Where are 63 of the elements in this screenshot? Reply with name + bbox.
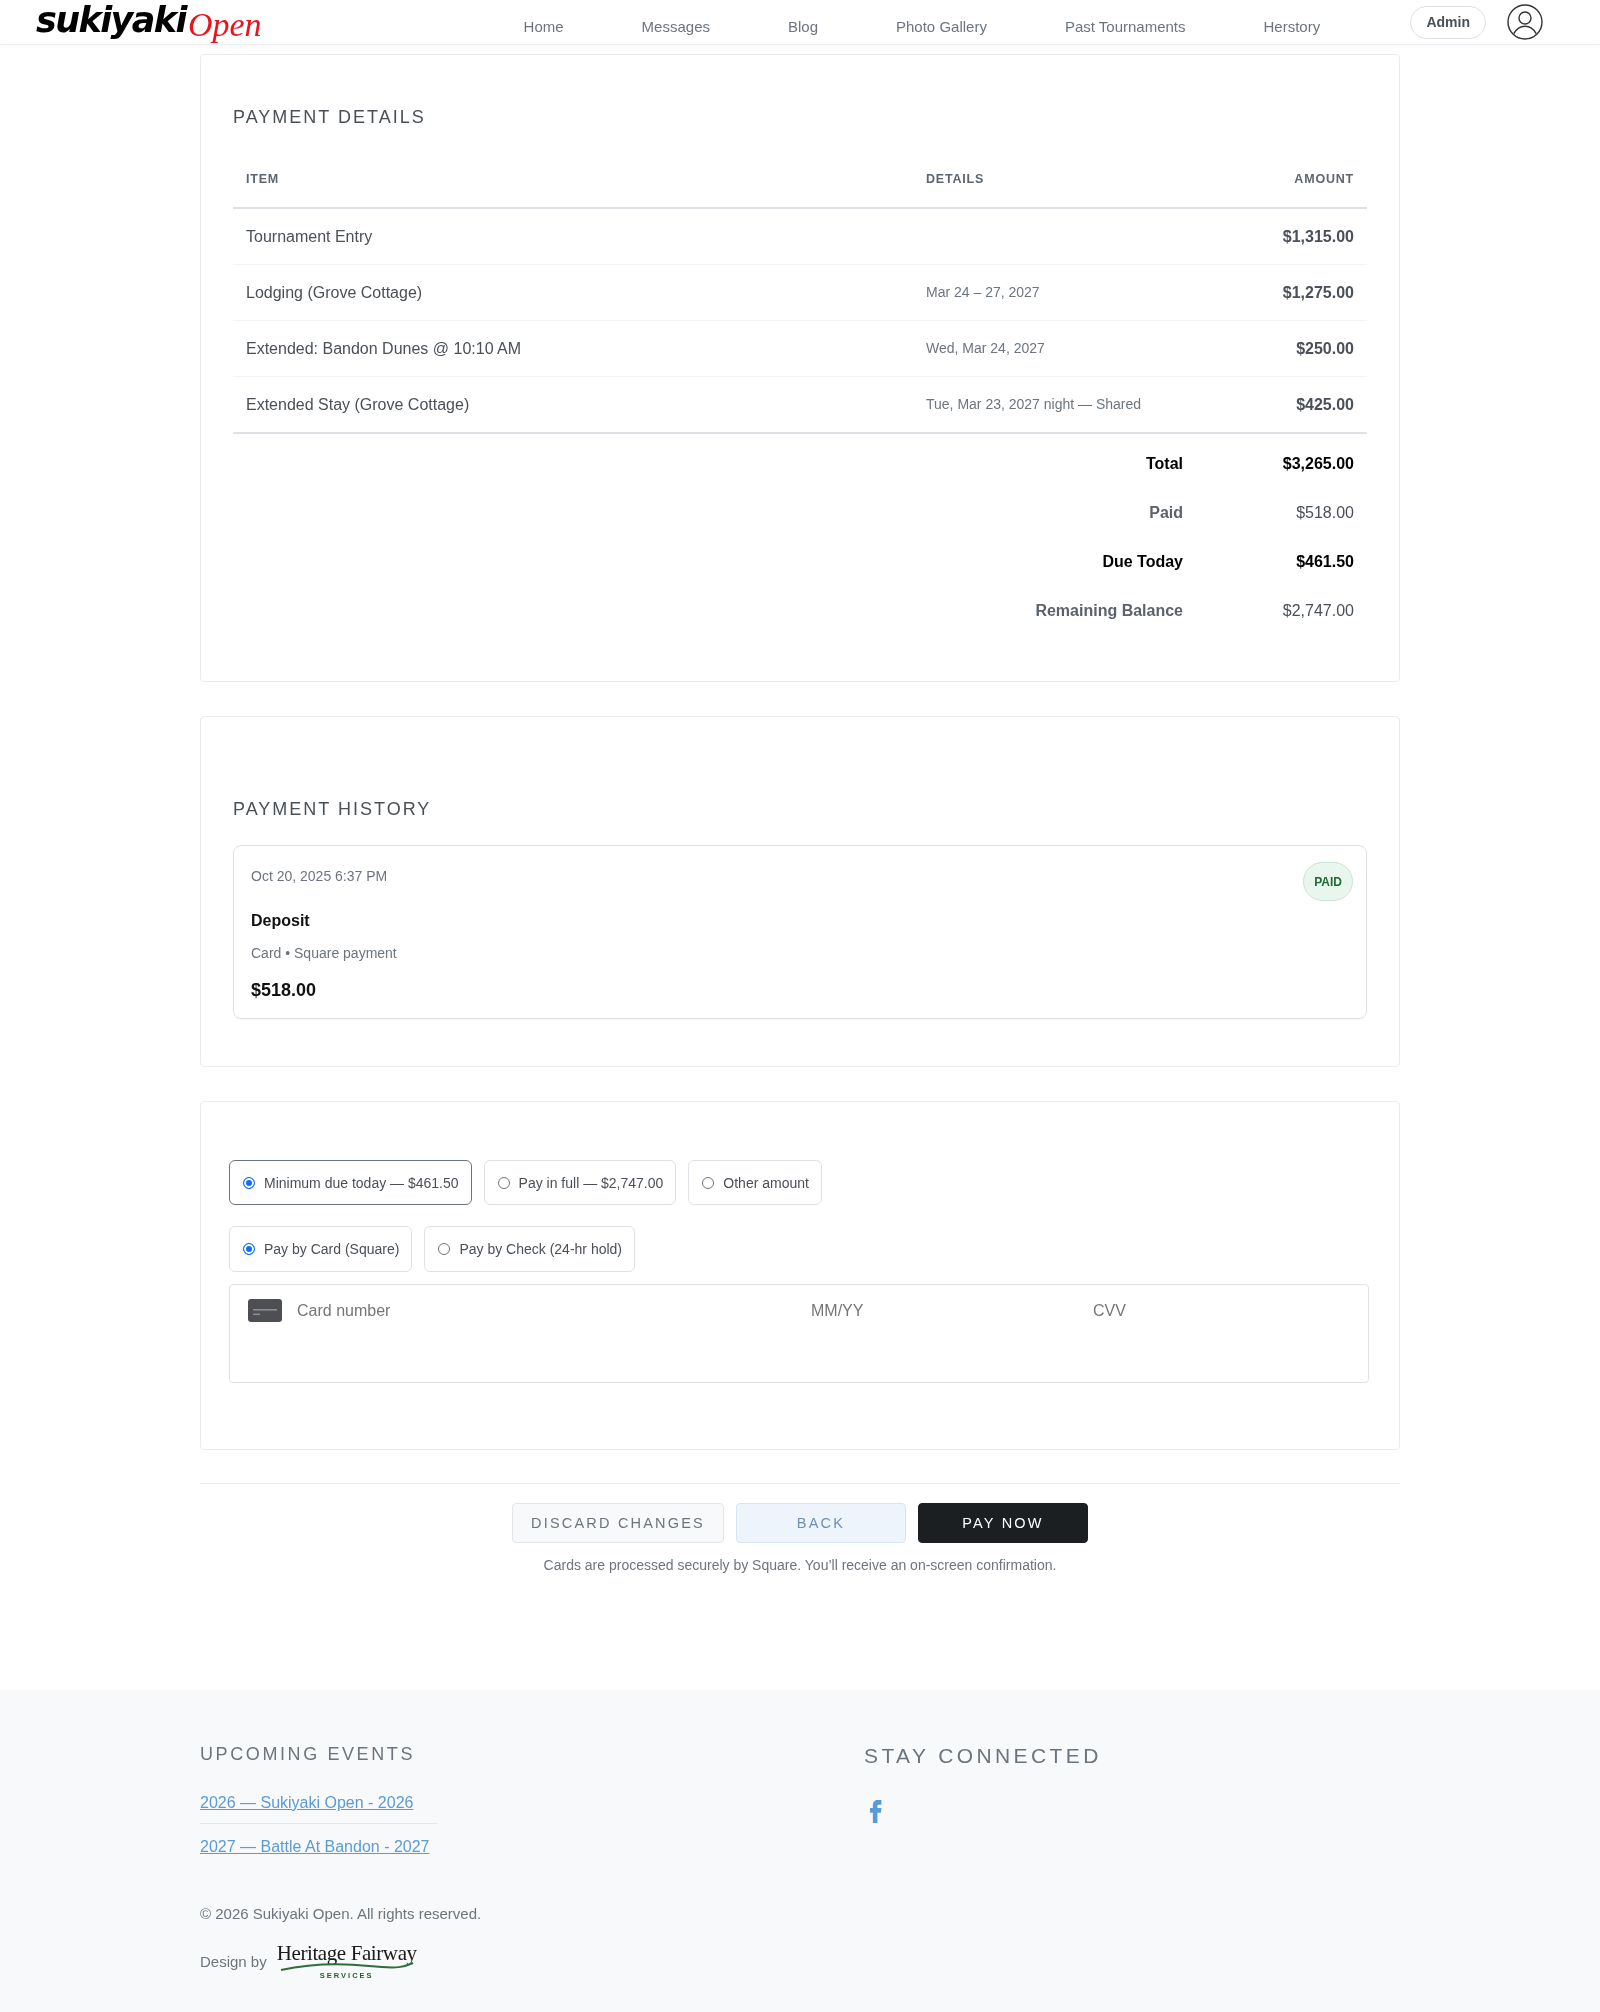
column-header: AMOUNT [1231,161,1367,208]
nav-link[interactable]: Past Tournaments [1064,18,1186,35]
table-cell: Extended Stay (Grove Cottage) [233,376,913,433]
total-label: Total [1145,453,1183,474]
amount-option[interactable]: Minimum due today — $461.50 [229,1160,472,1205]
card-number-field[interactable]: Card number [297,1300,797,1322]
event-link[interactable]: 2026 — Sukiyaki Open - 2026 [200,1794,414,1811]
cvv-field[interactable]: CVV [1093,1300,1343,1322]
nav-link[interactable]: Photo Gallery [896,18,987,35]
site-logo[interactable]: sukiyakiOpen [36,1,262,43]
table-cell: $250.00 [1231,320,1367,377]
expiry-field[interactable]: MM/YY [811,1300,1079,1322]
total-amount: $461.50 [1296,551,1354,572]
entry-title: Deposit [251,911,310,931]
card-icon [248,1299,282,1322]
total-amount: $3,265.00 [1282,453,1354,474]
credit-label: Design by [200,1952,267,1970]
total-label: Remaining Balance [1035,600,1183,621]
footer-heading: UPCOMING EVENTS [200,1743,416,1766]
amount-option[interactable]: Pay in full — $2,747.00 [483,1160,677,1205]
table-cell: Tournament Entry [233,208,913,265]
table-cell: $425.00 [1231,376,1367,433]
copyright-text: © 2026 Sukiyaki Open. All rights reserved. [200,1904,482,1924]
footer-heading: STAY CONNECTED [864,1743,1102,1769]
entry-amount: $518.00 [251,979,317,1001]
radio-button[interactable] [497,1176,510,1189]
total-label: Due Today [1102,551,1183,572]
back-button[interactable]: BACK [736,1503,906,1543]
event-link[interactable]: 2027 — Battle At Bandon - 2027 [200,1838,430,1855]
amount-option[interactable]: Other amount [688,1160,822,1205]
nav-link[interactable]: Messages [641,18,710,35]
method-option[interactable]: Pay by Card (Square) [229,1226,413,1272]
admin-button[interactable]: Admin [1410,5,1486,39]
table-cell: $1,275.00 [1231,264,1367,321]
method-option[interactable]: Pay by Check (24-hr hold) [424,1226,636,1272]
column-header: DETAILS [913,161,1231,208]
user-icon[interactable] [1507,4,1543,40]
column-header: ITEM [233,161,913,208]
radio-button[interactable] [243,1176,255,1189]
nav-link[interactable]: Herstory [1263,18,1321,35]
table-cell: Wed, Mar 24, 2027 [913,320,1231,377]
total-label: Paid [1149,502,1183,523]
radio-button[interactable] [702,1176,715,1189]
nav-link[interactable]: Blog [788,18,818,35]
table-cell: $1,315.00 [1231,208,1367,265]
radio-button[interactable] [438,1243,451,1255]
status-badge: PAID [1303,862,1353,901]
nav-link[interactable]: Home [523,18,564,35]
facebook-icon[interactable] [870,1800,882,1823]
table-cell: Tue, Mar 23, 2027 night — Shared [913,376,1231,433]
section-title: PAYMENT DETAILS [233,106,426,129]
table-cell: Mar 24 – 27, 2027 [913,264,1231,321]
table-cell: Extended: Bandon Dunes @ 10:10 AM [233,320,913,377]
discard-button[interactable]: DISCARD CHANGES [512,1503,724,1543]
security-note: Cards are processed securely by Square. You’ll receive an on-screen confirmation. [543,1556,1057,1574]
entry-date: Oct 20, 2025 6:37 PM [251,867,388,885]
entry-meta: Card • Square payment [251,944,397,962]
pay-now-button[interactable]: PAY NOW [918,1503,1088,1543]
total-amount: $518.00 [1296,502,1354,523]
section-title: PAYMENT HISTORY [233,798,432,821]
radio-button[interactable] [243,1243,255,1255]
total-amount: $2,747.00 [1282,600,1354,621]
table-cell: Lodging (Grove Cottage) [233,264,913,321]
